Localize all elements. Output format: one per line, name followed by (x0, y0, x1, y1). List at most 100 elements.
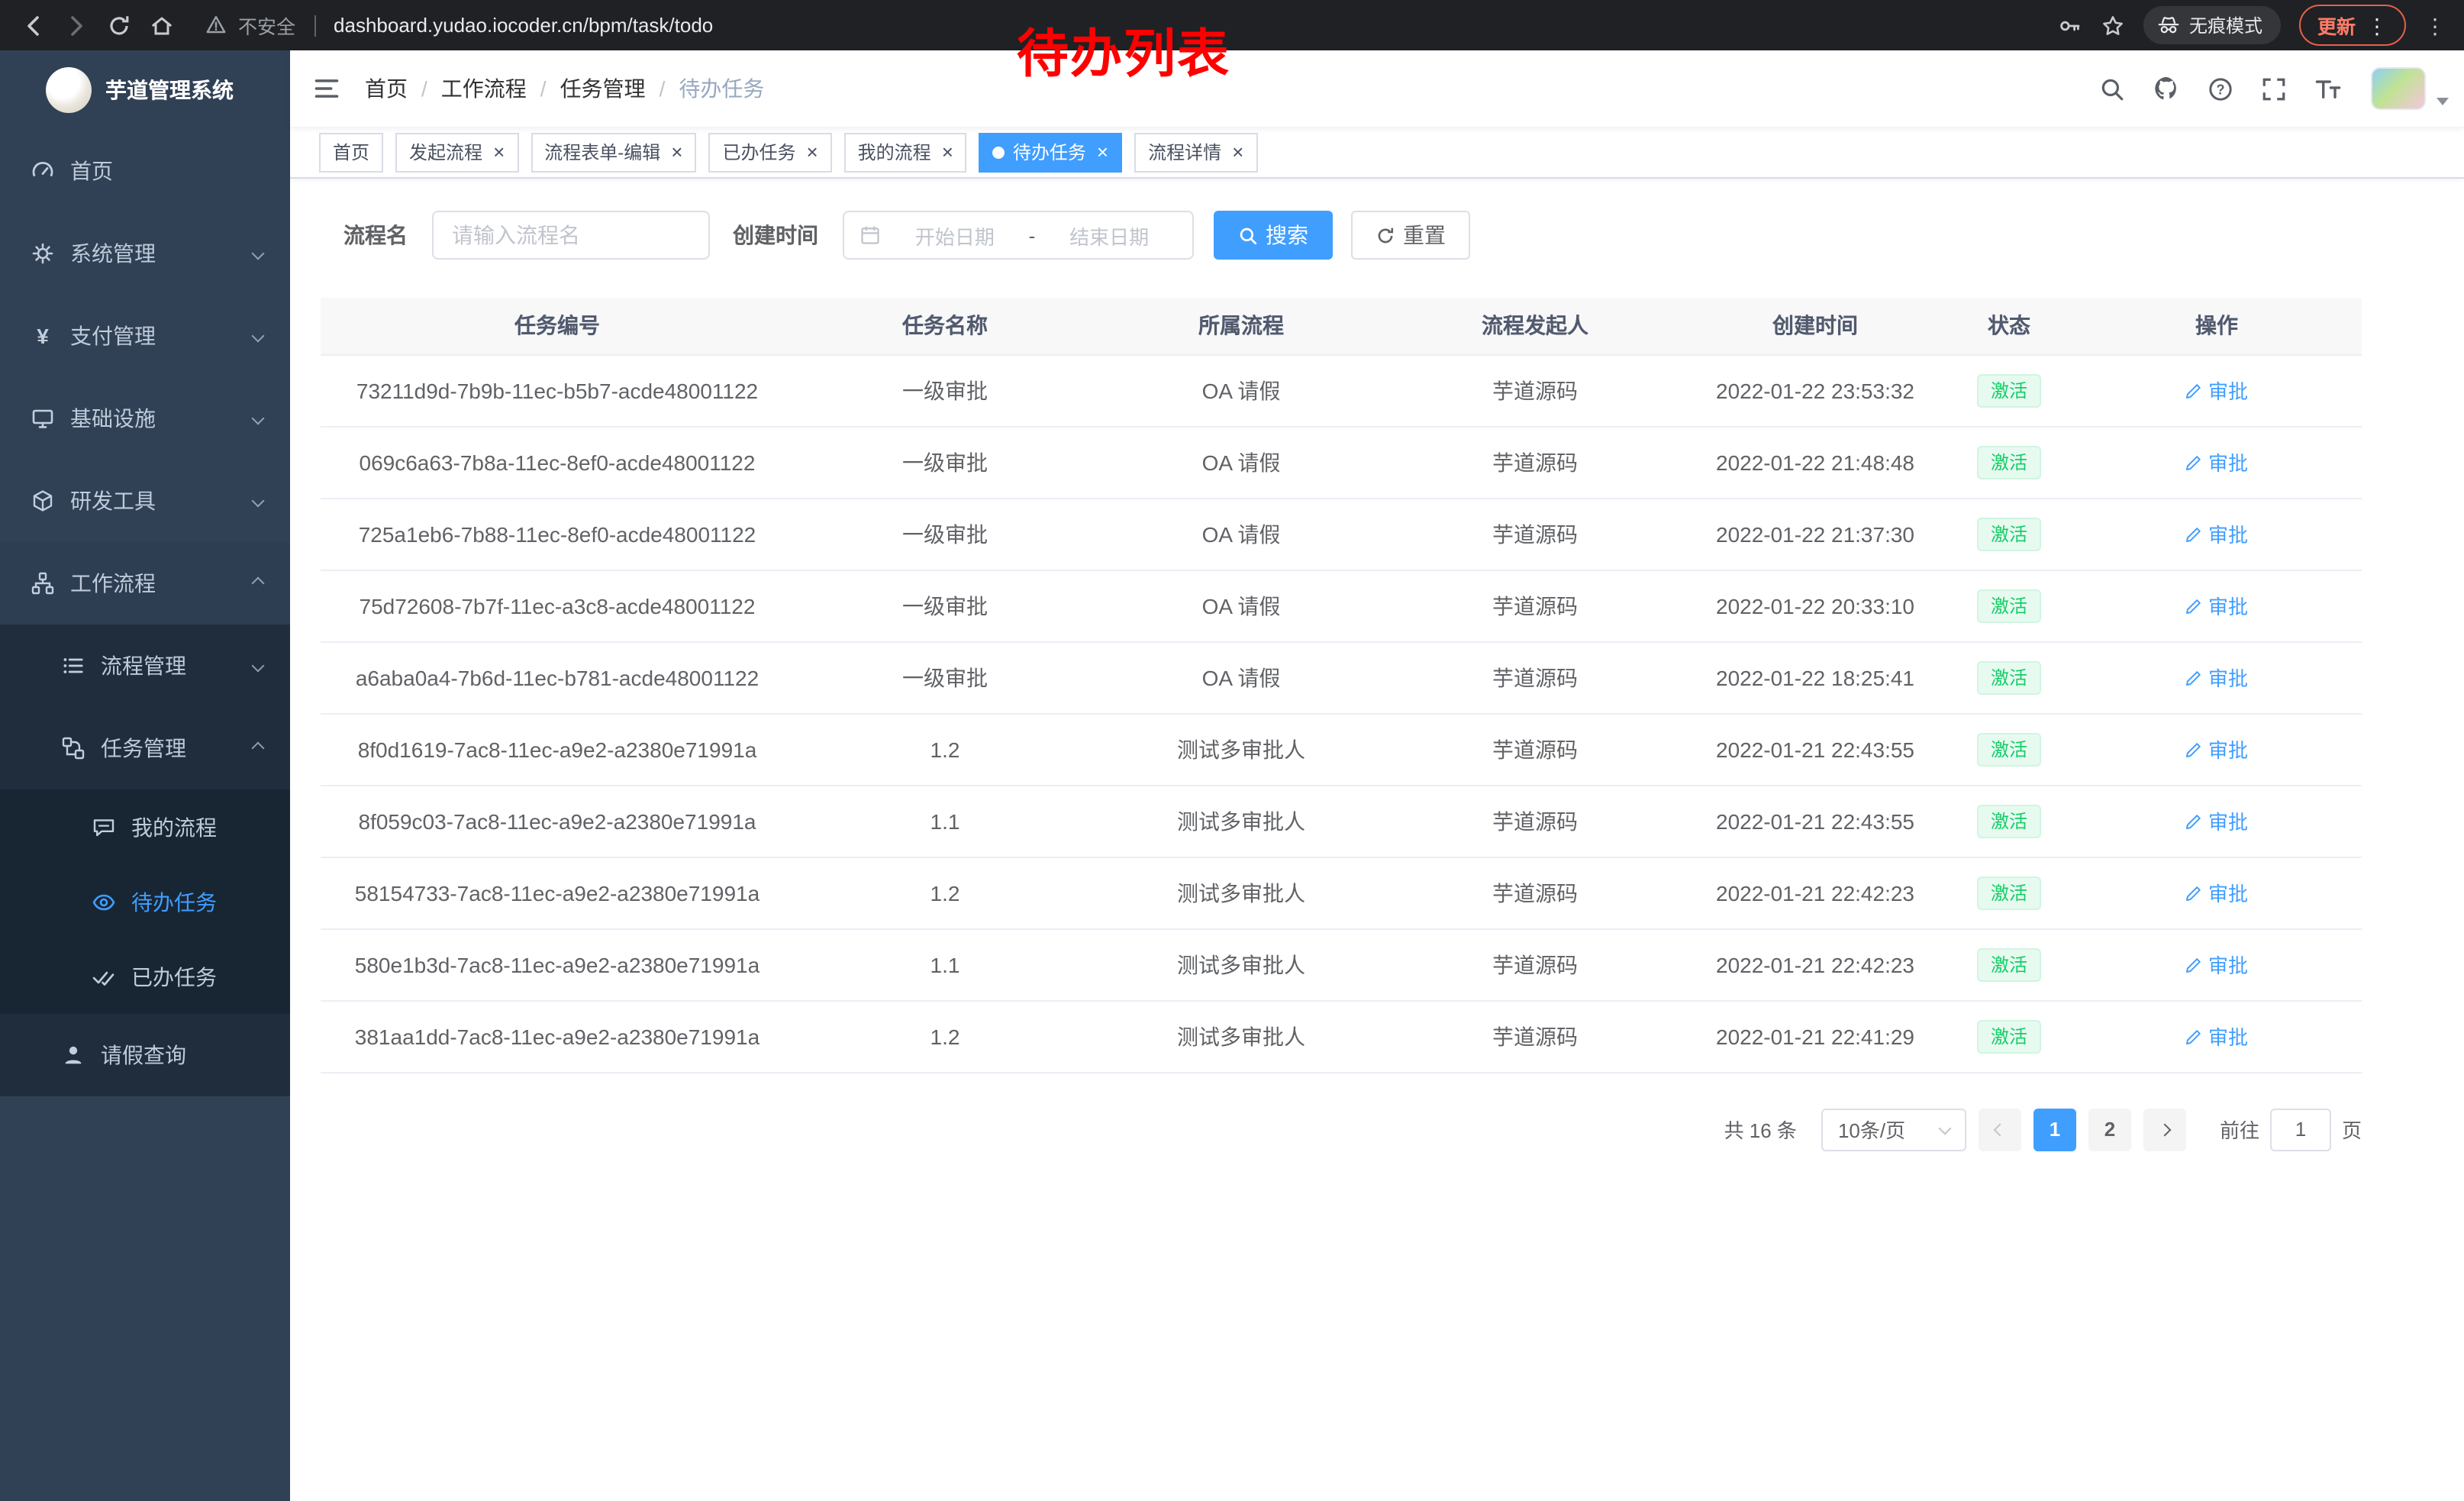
tab[interactable]: 已办任务 × (708, 132, 831, 172)
close-icon[interactable]: × (671, 142, 682, 162)
close-icon[interactable]: × (1232, 142, 1243, 162)
approve-link[interactable]: 审批 (2185, 806, 2248, 835)
goto-section: 前往 页 (2220, 1108, 2362, 1151)
date-range-picker[interactable]: 开始日期 - 结束日期 (843, 211, 1194, 260)
tab[interactable]: 首页 (319, 132, 383, 172)
cell-task-id: 580e1b3d-7ac8-11ec-a9e2-a2380e71991a (321, 928, 794, 1000)
breadcrumb-current: 待办任务 (679, 73, 764, 104)
task-icon (61, 736, 85, 760)
avatar (2371, 67, 2426, 110)
chevron-icon (252, 742, 265, 755)
cell-created: 2022-01-21 22:42:23 (1684, 857, 1946, 928)
home-button-icon[interactable] (140, 4, 183, 47)
cell-process: OA 请假 (1096, 426, 1386, 498)
table-body: 73211d9d-7b9b-11ec-b5b7-acde48001122 一级审… (321, 354, 2362, 1072)
bookmark-star-icon[interactable] (2101, 13, 2125, 37)
tab[interactable]: 待办任务 × (979, 132, 1122, 172)
approve-link[interactable]: 审批 (2185, 519, 2248, 548)
back-icon[interactable] (12, 4, 55, 47)
cell-task-id: 75d72608-7b7f-11ec-a3c8-acde48001122 (321, 570, 794, 641)
sidebar-item[interactable]: 流程管理 (0, 625, 290, 707)
next-page-button[interactable] (2143, 1108, 2186, 1151)
tab[interactable]: 我的流程 × (844, 132, 967, 172)
cell-process: 测试多审批人 (1096, 928, 1386, 1000)
svg-text:?: ? (2216, 81, 2224, 96)
approve-link[interactable]: 审批 (2185, 376, 2248, 405)
approve-link[interactable]: 审批 (2185, 878, 2248, 907)
sidebar-item[interactable]: 待办任务 (0, 864, 290, 939)
fullscreen-icon[interactable] (2247, 50, 2301, 127)
page-size-select[interactable]: 10条/页 (1821, 1108, 1966, 1151)
font-size-icon[interactable] (2301, 50, 2356, 127)
page-number-button[interactable]: 2 (2088, 1108, 2131, 1151)
sidebar-item[interactable]: 首页 (0, 130, 290, 212)
sidebar-item[interactable]: 工作流程 (0, 542, 290, 625)
status-badge: 激活 (1977, 373, 2041, 407)
address-bar[interactable]: 不安全 dashboard.yudao.iocoder.cn/bpm/task/… (205, 11, 2037, 40)
incognito-badge[interactable]: 无痕模式 (2143, 6, 2281, 44)
breadcrumb-workflow[interactable]: 工作流程 (441, 73, 527, 104)
sidebar-item-label: 系统管理 (70, 238, 156, 269)
cell-created: 2022-01-21 22:43:55 (1684, 785, 1946, 857)
reload-icon[interactable] (98, 4, 140, 47)
close-icon[interactable]: × (942, 142, 953, 162)
warning-icon (205, 14, 227, 37)
sidebar-item[interactable]: 已办任务 (0, 939, 290, 1014)
cell-process: OA 请假 (1096, 570, 1386, 641)
search-icon[interactable] (2085, 50, 2139, 127)
caret-down-icon (2437, 97, 2449, 105)
chevron-icon (252, 247, 265, 260)
sidebar-item[interactable]: 我的流程 (0, 789, 290, 864)
sidebar-item[interactable]: ¥ 支付管理 (0, 295, 290, 377)
approve-link[interactable]: 审批 (2185, 591, 2248, 620)
approve-link[interactable]: 审批 (2185, 447, 2248, 476)
help-icon[interactable]: ? (2194, 50, 2247, 127)
avatar-dropdown[interactable] (2371, 67, 2449, 110)
goto-label: 前往 (2220, 1115, 2259, 1144)
approve-link[interactable]: 审批 (2185, 950, 2248, 979)
tab[interactable]: 流程详情 × (1134, 132, 1257, 172)
cell-task-name: 1.1 (794, 785, 1096, 857)
security-label: 不安全 (238, 11, 295, 40)
github-icon[interactable] (2139, 50, 2194, 127)
process-name-input[interactable] (432, 211, 710, 260)
sidebar-item[interactable]: 系统管理 (0, 212, 290, 295)
cell-task-name: 1.1 (794, 928, 1096, 1000)
prev-page-button[interactable] (1979, 1108, 2021, 1151)
sidebar-item[interactable]: 任务管理 (0, 707, 290, 789)
breadcrumb-task-mgmt[interactable]: 任务管理 (560, 73, 646, 104)
hamburger-icon[interactable] (313, 75, 340, 102)
cell-process: OA 请假 (1096, 641, 1386, 713)
tabs-bar: 首页 发起流程 × 流程表单-编辑 × 已办任务 (290, 127, 2464, 179)
app-logo[interactable]: 芋道管理系统 (0, 50, 290, 130)
chevron-icon (252, 412, 265, 425)
approve-link[interactable]: 审批 (2185, 1022, 2248, 1051)
approve-link[interactable]: 审批 (2185, 734, 2248, 763)
cell-task-id: 8f059c03-7ac8-11ec-a9e2-a2380e71991a (321, 785, 794, 857)
tab[interactable]: 发起流程 × (395, 132, 518, 172)
sidebar-item-label: 工作流程 (70, 568, 156, 599)
close-icon[interactable]: × (806, 142, 818, 162)
close-icon[interactable]: × (493, 142, 505, 162)
browser-menu-icon[interactable]: ⋮ (2424, 15, 2446, 36)
cell-created: 2022-01-22 20:33:10 (1684, 570, 1946, 641)
process-name-label: 流程名 (343, 220, 408, 250)
sidebar-item[interactable]: 研发工具 (0, 460, 290, 542)
key-icon[interactable] (2058, 13, 2082, 37)
search-button[interactable]: 搜索 (1214, 211, 1333, 260)
reset-button[interactable]: 重置 (1351, 211, 1470, 260)
approve-link[interactable]: 审批 (2185, 663, 2248, 692)
goto-page-input[interactable] (2270, 1108, 2331, 1151)
update-button[interactable]: 更新 ⋮ (2299, 5, 2406, 46)
tab[interactable]: 流程表单-编辑 × (531, 132, 696, 172)
forward-icon[interactable] (55, 4, 98, 47)
tab-label: 待办任务 (1013, 139, 1086, 165)
chrome-toolbar: 无痕模式 更新 ⋮ ⋮ (2058, 5, 2452, 46)
sidebar-item[interactable]: 请假查询 (0, 1014, 290, 1096)
close-icon[interactable]: × (1097, 142, 1108, 162)
sidebar-item[interactable]: 基础设施 (0, 377, 290, 460)
breadcrumb-home[interactable]: 首页 (365, 73, 408, 104)
person-icon (61, 1043, 85, 1067)
chat-icon (92, 815, 116, 839)
page-number-button[interactable]: 1 (2033, 1108, 2076, 1151)
